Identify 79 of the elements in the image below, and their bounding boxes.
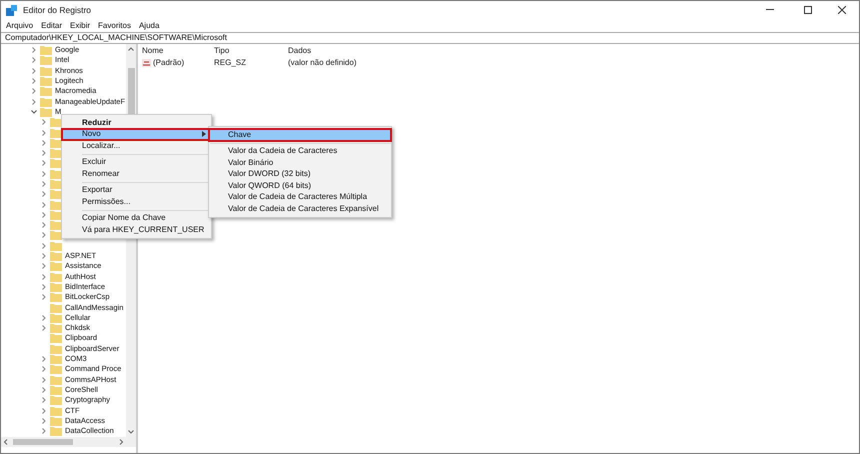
menu-item[interactable]: Reduzir bbox=[62, 117, 211, 128]
folder-icon bbox=[40, 76, 52, 86]
menu-bar-item[interactable]: Ajuda bbox=[138, 20, 160, 32]
folder-icon bbox=[50, 395, 62, 406]
menu-item[interactable]: Valor da Cadeia de Caracteres bbox=[209, 146, 391, 157]
folder-icon bbox=[50, 323, 62, 334]
menu-item[interactable]: Localizar... bbox=[62, 140, 211, 152]
menu-item[interactable]: Valor QWORD (64 bits) bbox=[209, 180, 391, 192]
folder-icon bbox=[40, 96, 52, 107]
chevron-right-icon bbox=[202, 131, 206, 138]
menu-item[interactable]: Copiar Nome da Chave bbox=[62, 212, 211, 224]
chevron-down-icon[interactable] bbox=[31, 108, 37, 115]
folder-icon bbox=[40, 45, 52, 56]
menu-item[interactable]: Chave bbox=[209, 129, 391, 140]
menu-item[interactable]: Excluir bbox=[62, 156, 211, 168]
folder-icon bbox=[50, 117, 62, 128]
folder-icon bbox=[50, 240, 62, 251]
folder-icon bbox=[40, 66, 52, 76]
folder-icon bbox=[40, 106, 52, 117]
folder-icon bbox=[50, 354, 62, 364]
folder-icon bbox=[50, 272, 62, 282]
folder-icon bbox=[50, 200, 62, 210]
folder-icon bbox=[50, 168, 62, 179]
folder-icon bbox=[40, 55, 52, 66]
minimize-icon[interactable] bbox=[766, 9, 774, 11]
column-header[interactable]: Tipo bbox=[214, 45, 288, 57]
folder-icon bbox=[50, 333, 62, 344]
scroll-left-icon[interactable] bbox=[3, 439, 9, 445]
table-cell: REG_SZ bbox=[214, 57, 246, 69]
menu-item[interactable]: Renomear bbox=[62, 168, 211, 180]
registry-app-icon bbox=[6, 4, 17, 16]
folder-icon bbox=[50, 189, 62, 200]
column-header[interactable]: Dados bbox=[288, 45, 312, 57]
menu-item[interactable]: Valor de Cadeia de Caracteres Múltipla bbox=[209, 192, 391, 203]
menu-item[interactable]: Permissões... bbox=[62, 196, 211, 208]
maximize-icon[interactable] bbox=[804, 6, 812, 14]
folder-icon bbox=[50, 261, 62, 272]
menu-bar-item[interactable]: Arquivo bbox=[6, 20, 34, 32]
scrollbar-thumb[interactable] bbox=[13, 439, 73, 445]
folder-icon bbox=[50, 282, 62, 292]
horizontal-scrollbar[interactable] bbox=[1, 437, 136, 447]
folder-icon bbox=[50, 302, 62, 313]
folder-icon bbox=[50, 230, 62, 240]
scroll-right-icon[interactable] bbox=[118, 439, 124, 445]
folder-icon bbox=[50, 210, 62, 220]
scroll-up-icon[interactable] bbox=[128, 46, 134, 52]
menu-bar-item[interactable]: Editar bbox=[41, 20, 62, 32]
menu-bar-item[interactable]: Favoritos bbox=[98, 20, 131, 32]
menu-item[interactable]: Valor DWORD (32 bits) bbox=[209, 168, 391, 180]
folder-icon bbox=[50, 128, 62, 138]
folder-icon bbox=[50, 179, 62, 189]
menu-item[interactable]: Vá para HKEY_CURRENT_USER bbox=[62, 224, 211, 236]
folder-icon bbox=[50, 148, 62, 158]
address-bar[interactable]: Computador\HKEY_LOCAL_MACHINE\SOFTWARE\Microsoft bbox=[1, 32, 859, 44]
table-cell: (valor não definido) bbox=[288, 57, 356, 69]
column-header[interactable]: Nome bbox=[142, 45, 214, 57]
folder-icon bbox=[50, 220, 62, 230]
window-title: Editor do Registro bbox=[23, 4, 92, 16]
scroll-down-icon[interactable] bbox=[128, 429, 134, 435]
string-value-icon bbox=[142, 59, 151, 67]
folder-icon bbox=[50, 416, 62, 426]
folder-icon bbox=[50, 384, 62, 395]
folder-icon bbox=[50, 292, 62, 302]
folder-icon bbox=[40, 86, 52, 96]
folder-icon bbox=[50, 374, 62, 385]
menu-item[interactable]: Exportar bbox=[62, 184, 211, 196]
menu-item[interactable]: Valor de Cadeia de Caracteres Expansível bbox=[209, 203, 391, 214]
folder-icon bbox=[50, 138, 62, 148]
menu-bar-item[interactable]: Exibir bbox=[70, 20, 90, 32]
folder-icon bbox=[50, 312, 62, 323]
table-cell: (Padrão) bbox=[153, 57, 184, 69]
close-icon[interactable] bbox=[838, 6, 846, 14]
folder-icon bbox=[50, 344, 62, 354]
folder-icon bbox=[50, 251, 62, 262]
menu-item[interactable]: Valor Binário bbox=[209, 157, 391, 168]
folder-icon bbox=[50, 364, 62, 374]
menu-item[interactable]: Novo bbox=[62, 128, 211, 140]
folder-icon bbox=[50, 158, 62, 168]
folder-icon bbox=[50, 406, 62, 416]
